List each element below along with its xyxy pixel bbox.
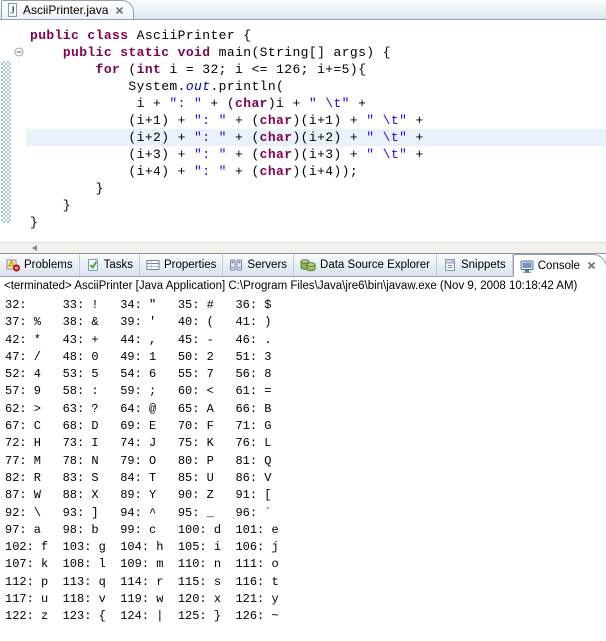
code-line[interactable]: } [26,180,606,197]
console-line: 117: u 118: v 119: w 120: x 121: y [5,591,606,608]
console-status-line: <terminated> AsciiPrinter [Java Applicat… [0,277,606,295]
close-icon[interactable] [115,6,124,15]
tab-console[interactable]: Console [513,254,606,277]
view-tab-strip: Problems Tasks Properties Servers Data Sourc… [0,253,606,277]
tab-label: Console [538,260,580,272]
console-line: 122: z 123: { 124: | 125: } 126: ~ [5,608,606,625]
code-line[interactable]: (i+1) + ": " + (char)(i+1) + " \t" + [26,112,606,129]
console-line: 72: H 73: I 74: J 75: K 76: L [5,435,606,452]
editor-tab-strip: J AsciiPrinter.java [0,0,606,20]
tab-label: Servers [247,259,287,271]
console-line: 47: / 48: 0 49: 1 50: 2 51: 3 [5,349,606,366]
tab-snippets[interactable]: Snippets [437,254,513,276]
console-line: 32: 33: ! 34: " 35: # 36: $ [5,297,606,314]
tab-label: Data Source Explorer [320,259,430,271]
svg-text:J: J [10,6,15,17]
problems-icon [6,258,20,272]
servers-icon [229,258,243,272]
console-line: 107: k 108: l 109: m 110: n 111: o [5,556,606,573]
console-line: 92: \ 93: ] 94: ^ 95: _ 96: ` [5,505,606,522]
eclipse-window: J AsciiPrinter.java public class AsciiPr… [0,0,606,626]
console-icon [520,259,534,273]
code-line[interactable]: } [26,197,606,214]
code-editor[interactable]: public class AsciiPrinter { public stati… [0,20,606,242]
code-line[interactable]: System.out.println( [26,78,606,95]
tab-data-source-explorer[interactable]: Data Source Explorer [294,254,437,276]
code-line[interactable]: (i+3) + ": " + (char)(i+3) + " \t" + [26,146,606,163]
console-output[interactable]: 32: 33: ! 34: " 35: # 36: $37: % 38: & 3… [0,295,606,626]
data-source-icon [300,258,316,272]
code-line-current[interactable]: (i+2) + ": " + (char)(i+2) + " \t" + [26,129,606,146]
snippets-icon [443,258,457,272]
tab-tasks[interactable]: Tasks [80,254,140,276]
bottom-views-pane: Problems Tasks Properties Servers Data Sourc… [0,253,606,626]
tab-label: Problems [24,259,73,271]
console-line: 42: * 43: + 44: , 45: - 46: . [5,332,606,349]
scroll-left-arrow-icon[interactable] [32,245,37,251]
tab-label: Tasks [104,259,133,271]
console-line: 62: > 63: ? 64: @ 65: A 66: B [5,401,606,418]
code-line[interactable]: for (int i = 32; i <= 126; i+=5){ [26,61,606,78]
console-line: 67: C 68: D 69: E 70: F 71: G [5,418,606,435]
code-line[interactable]: i + ": " + (char)i + " \t" + [26,95,606,112]
editor-tab-asciiprinter[interactable]: J AsciiPrinter.java [1,0,134,19]
code-line[interactable]: public static void main(String[] args) { [26,44,606,61]
console-line: 77: M 78: N 79: O 80: P 81: Q [5,453,606,470]
console-line: 37: % 38: & 39: ' 40: ( 41: ) [5,314,606,331]
close-icon[interactable] [587,261,596,270]
horizontal-scrollbar[interactable] [0,242,606,253]
collapse-icon[interactable] [14,47,24,57]
console-line: 112: p 113: q 114: r 115: s 116: t [5,574,606,591]
console-line: 52: 4 53: 5 54: 6 55: 7 56: 8 [5,366,606,383]
code-line[interactable]: (i+4) + ": " + (char)(i+4)); [26,163,606,180]
code-line[interactable]: } [26,214,606,231]
editor-pane: J AsciiPrinter.java public class AsciiPr… [0,0,606,253]
console-line: 57: 9 58: : 59: ; 60: < 61: = [5,383,606,400]
properties-icon [146,258,160,272]
java-file-icon: J [6,3,19,17]
tab-label: Snippets [461,259,506,271]
range-indicator [1,61,11,223]
tab-servers[interactable]: Servers [223,254,294,276]
console-line: 97: a 98: b 99: c 100: d 101: e [5,522,606,539]
marker-bar [0,20,12,242]
tab-properties[interactable]: Properties [140,254,223,276]
code-line[interactable]: public class AsciiPrinter { [26,27,606,44]
editor-tab-title: AsciiPrinter.java [23,3,108,17]
tab-label: Properties [164,259,216,271]
tasks-icon [86,258,100,272]
tab-problems[interactable]: Problems [0,254,80,276]
console-line: 82: R 83: S 84: T 85: U 86: V [5,470,606,487]
console-line: 102: f 103: g 104: h 105: i 106: j [5,539,606,556]
code-area[interactable]: public class AsciiPrinter { public stati… [26,20,606,231]
console-line: 87: W 88: X 89: Y 90: Z 91: [ [5,487,606,504]
folding-column [12,20,26,242]
